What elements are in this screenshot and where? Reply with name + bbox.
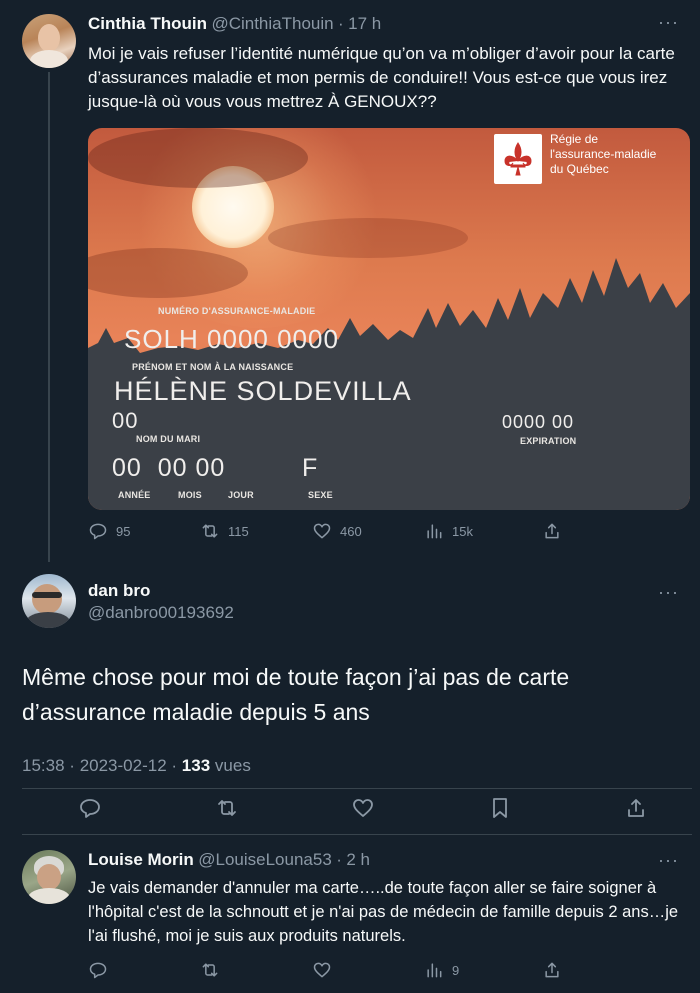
views-count: 9 [452,962,460,978]
like-icon [313,962,331,978]
reply-button[interactable] [88,960,200,980]
expiration-value: 0000 00 [502,412,575,432]
retweet-icon [202,963,218,977]
sex-value: F [302,454,319,482]
like-button[interactable] [351,796,375,820]
retweet-icon [217,800,236,816]
avatar-cinthia[interactable] [22,14,76,68]
share-icon [628,799,644,817]
author-handle[interactable]: @LouiseLouna53 [198,850,332,869]
tweet3-header: Louise Morin @LouiseLouna53 · 2 h [88,850,370,870]
nam-value: SOLH 0000 0000 [124,324,339,354]
views-icon [427,524,442,539]
reply-icon [89,523,107,540]
share-button[interactable] [542,521,562,541]
logo-line: du Québec [550,162,609,176]
birthdate-value: 00 00 00 [112,454,226,482]
views-button[interactable]: 9 [424,960,542,980]
retweet-button[interactable] [200,960,312,980]
tweet1-actions: 95 115 460 15k [88,521,688,541]
expiration-label: EXPIRATION [520,436,577,446]
fleur-de-lis-icon [504,142,532,176]
like-icon [353,799,373,817]
divider [22,788,692,789]
author-name[interactable]: Cinthia Thouin [88,14,207,33]
ramq-logo [494,134,542,184]
views-count: 133 [181,756,211,775]
mois-label: MOIS [178,490,202,500]
views-label: vues [214,756,251,775]
tweet-time[interactable]: 15:38 [22,756,65,775]
like-count: 460 [340,523,362,539]
like-icon [313,523,331,539]
timestamp[interactable]: 17 h [348,14,381,33]
logo-line: Régie de [550,132,599,146]
share-icon [545,523,559,539]
avatar-danbro[interactable] [22,574,76,628]
retweet-button[interactable]: 115 [200,521,312,541]
reply-button[interactable]: 95 [88,521,200,541]
separator: · [69,756,75,775]
reply-icon [80,799,100,818]
jour-label: JOUR [228,490,254,500]
reply-icon [89,962,107,979]
tweet-date[interactable]: 2023-02-12 [80,756,167,775]
tweet-text: Moi je vais refuser l’identité numérique… [88,44,675,111]
nam-label: NUMÉRO D'ASSURANCE-MALADIE [158,306,316,316]
retweet-button[interactable] [215,796,239,820]
more-icon[interactable]: ··· [658,850,679,871]
tweet-text: Même chose pour moi de toute façon j’ai … [22,664,570,725]
separator: · [338,14,344,33]
like-button[interactable] [312,960,424,980]
reply-button[interactable] [78,796,102,820]
divider [22,834,692,835]
author-handle[interactable]: @CinthiaThouin [211,14,333,33]
avatar-louise[interactable] [22,850,76,904]
husband-label: NOM DU MARI [136,434,201,444]
tweet2-meta: 15:38 · 2023-02-12 · 133 vues [22,756,251,776]
author-name[interactable]: dan bro [88,581,150,601]
more-icon[interactable]: ··· [658,582,679,603]
views-icon [427,963,442,978]
share-button[interactable] [542,960,562,980]
bookmark-icon [492,798,507,818]
tweet-text: Je vais demander d'annuler ma carte…..de… [88,879,679,945]
author-name[interactable]: Louise Morin [88,850,194,869]
share-icon [545,962,559,978]
thread-line [48,72,50,562]
views-count: 15k [452,523,473,539]
name-label: PRÉNOM ET NOM À LA NAISSANCE [132,362,294,372]
logo-line: l'assurance-maladie [550,147,657,161]
retweet-icon [202,524,218,538]
views-button[interactable]: 15k [424,521,542,541]
bookmark-button[interactable] [488,796,512,820]
retweet-count: 115 [228,523,249,539]
annee-label: ANNÉE [118,490,151,500]
more-icon[interactable]: ··· [658,12,679,33]
ramq-logo-text: Régie de l'assurance-maladie du Québec [550,132,656,177]
author-handle[interactable]: @danbro00193692 [88,603,234,623]
reply-count: 95 [116,523,131,539]
cloud [88,128,308,188]
tweet2-actions [78,796,648,820]
health-card-image[interactable]: Régie de l'assurance-maladie du Québec N… [88,128,690,510]
separator: · [171,756,178,775]
line-00: 00 [112,408,139,433]
timestamp[interactable]: 2 h [346,850,370,869]
separator: · [336,850,342,869]
like-button[interactable]: 460 [312,521,424,541]
tweet1-header: Cinthia Thouin @CinthiaThouin · 17 h [88,14,381,34]
name-value: HÉLÈNE SOLDEVILLA [114,376,412,406]
tweet3-actions: 9 [88,960,688,980]
sexe-label: SEXE [308,490,333,500]
share-button[interactable] [624,796,648,820]
